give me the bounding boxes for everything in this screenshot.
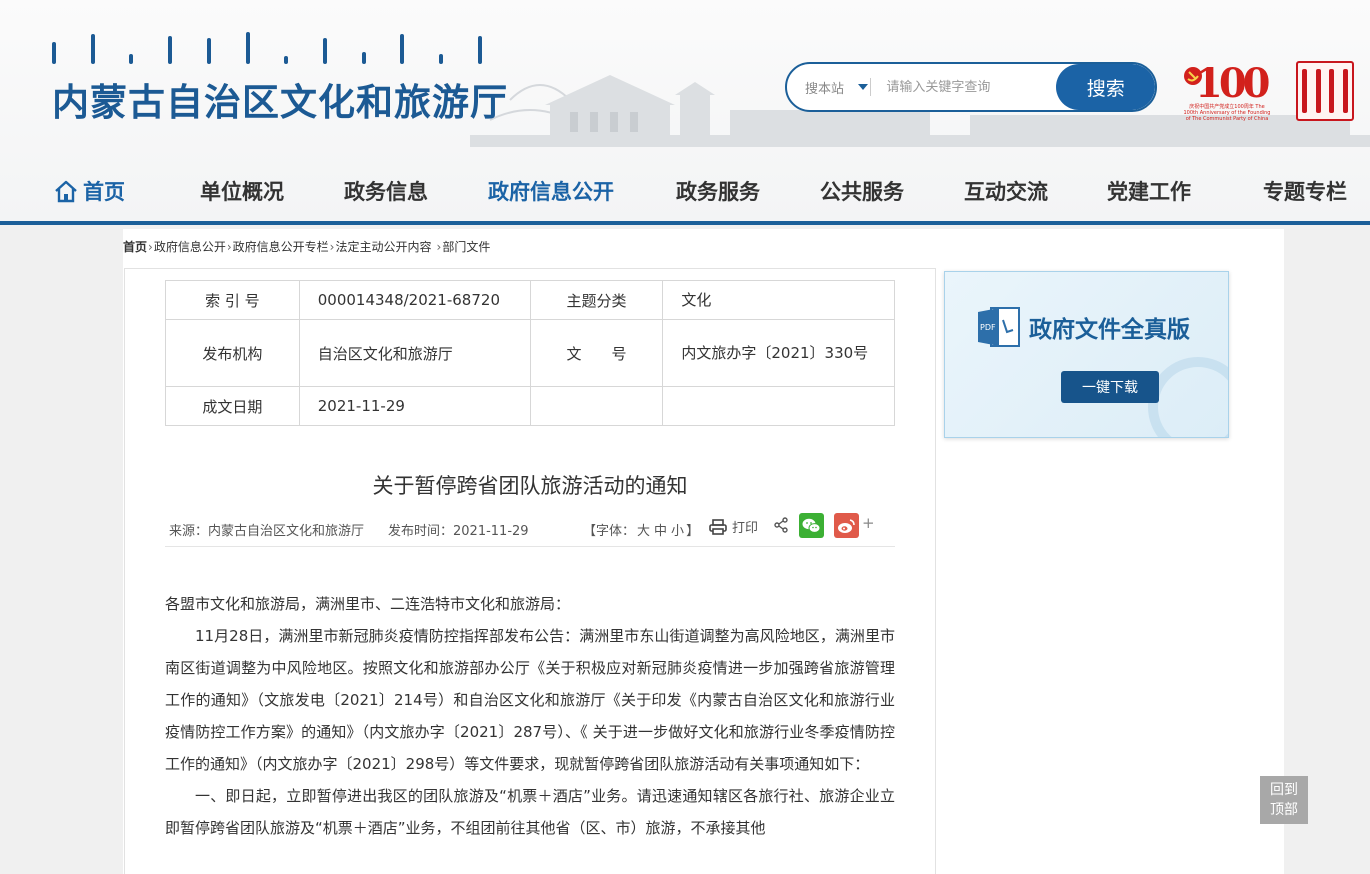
main-nav: 首页 单位概况 政务信息 政府信息公开 政务服务 公共服务 互动交流 党建工作 …: [0, 164, 1370, 214]
chevron-right-icon: ›: [148, 239, 153, 254]
weibo-icon: [838, 518, 855, 533]
search-button[interactable]: 搜索: [1056, 64, 1155, 110]
meta-org-label: 发布机构: [165, 319, 300, 387]
home-icon: [55, 180, 77, 203]
print-label: 打印: [732, 521, 759, 536]
meta-date-value: 2021-11-29: [298, 386, 531, 426]
printer-icon: [709, 518, 727, 535]
font-size-large[interactable]: 大: [637, 524, 650, 539]
font-size-medium[interactable]: 中: [654, 524, 667, 539]
weibo-share-button[interactable]: [834, 513, 859, 538]
nav-item-public-services[interactable]: 公共服务: [820, 176, 904, 206]
meta-date-label: 成文日期: [165, 386, 300, 426]
chevron-down-icon: [858, 84, 869, 90]
chevron-right-icon: ›: [226, 239, 232, 254]
download-button[interactable]: 一键下载: [1061, 371, 1159, 403]
table-row: 成文日期 2021-11-29: [165, 386, 895, 426]
meta-docno-value: 内文旅办字〔2021〕330号: [662, 319, 895, 387]
print-button[interactable]: 打印: [709, 517, 758, 536]
meta-empty-cell: [529, 386, 664, 426]
meta-topic-value: 文化: [662, 280, 895, 320]
nav-item-home[interactable]: 首页: [53, 176, 125, 206]
pdf-icon-label: PDF: [980, 323, 996, 332]
search-box: 搜本站 搜索: [785, 62, 1157, 112]
meta-topic-label: 主题分类: [529, 280, 664, 320]
pdf-card-title: 政府文件全真版: [1029, 316, 1190, 343]
back-to-top-label-2: 顶部: [1270, 802, 1298, 818]
meta-org-value: 自治区文化和旅游厅: [298, 319, 531, 387]
meta-index-label: 索 引 号: [165, 280, 300, 320]
pdf-file-icon: PDF: [978, 307, 1020, 347]
article-paragraph: 一、即日起，立即暂停进出我区的团队旅游及“机票＋酒店”业务。请迅速通知辖区各旅行…: [165, 787, 895, 837]
wechat-share-button[interactable]: [799, 513, 824, 538]
party-100th-anniversary-logo[interactable]: 100 庆祝中国共产党成立100周年 The 100th Anniversary…: [1183, 60, 1271, 122]
font-size-control: 【字体：大中小】: [583, 520, 699, 539]
article-paragraph: 11月28日，满洲里市新冠肺炎疫情防控指挥部发布公告：满洲里市东山街道调整为高风…: [165, 627, 895, 773]
nav-item-info-disclosure[interactable]: 政府信息公开: [488, 176, 614, 206]
site-header: 内蒙古自治区文化和旅游厅 搜本站 搜索 100 庆祝中国共产党成立100周年 T…: [0, 0, 1370, 225]
search-scope-label: 搜本站: [805, 81, 845, 97]
wechat-icon: [802, 518, 821, 533]
chevron-right-icon: ›: [329, 239, 335, 254]
meta-docno-label: 文 号: [529, 319, 664, 387]
meta-empty-cell: [662, 386, 895, 426]
article-publish-time: 发布时间：2021-11-29: [388, 524, 529, 539]
breadcrumb-department-docs[interactable]: 部门文件: [442, 238, 490, 255]
share-icon[interactable]: [773, 517, 789, 533]
breadcrumb-home[interactable]: 首页: [123, 238, 147, 255]
mongolian-seal-logo[interactable]: [1296, 61, 1354, 121]
nav-item-government-info[interactable]: 政务信息: [344, 176, 428, 206]
nav-item-government-services[interactable]: 政务服务: [676, 176, 760, 206]
font-size-suffix: 】: [686, 524, 700, 539]
article-body: 各盟市文化和旅游局，满洲里市、二连浩特市文化和旅游局： 11月28日，满洲里市新…: [165, 588, 895, 844]
nav-item-about[interactable]: 单位概况: [200, 176, 284, 206]
nav-item-party-building[interactable]: 党建工作: [1107, 176, 1191, 206]
breadcrumb: 首页 › 政府信息公开 › 政府信息公开专栏 › 法定主动公开内容 › 部门文件: [123, 238, 490, 255]
pdf-download-card: PDF 政府文件全真版 一键下载: [944, 271, 1229, 438]
article-title: 关于暂停跨省团队旅游活动的通知: [372, 474, 688, 498]
chevron-right-icon: ›: [436, 239, 442, 254]
mongolian-script-title: [52, 24, 482, 64]
nav-item-interaction[interactable]: 互动交流: [964, 176, 1048, 206]
search-input[interactable]: [870, 64, 1057, 110]
more-share-button[interactable]: +: [862, 514, 875, 532]
search-scope-select[interactable]: 搜本站: [787, 64, 870, 110]
table-row: 发布机构 自治区文化和旅游厅 文 号 内文旅办字〔2021〕330号: [165, 319, 895, 387]
meta-index-value: 000014348/2021-68720: [298, 280, 531, 320]
article-source: 来源：内蒙古自治区文化和旅游厅: [169, 524, 365, 539]
article-salutation: 各盟市文化和旅游局，满洲里市、二连浩特市文化和旅游局：: [165, 595, 571, 613]
document-meta-table: 索 引 号 000014348/2021-68720 主题分类 文化 发布机构 …: [165, 280, 895, 426]
breadcrumb-statutory-content[interactable]: 法定主动公开内容: [335, 238, 431, 255]
nav-item-home-label: 首页: [83, 180, 125, 204]
anniversary-caption: 庆祝中国共产党成立100周年 The 100th Anniversary of …: [1183, 104, 1271, 122]
anniversary-number: 100: [1195, 60, 1270, 107]
breadcrumb-disclosure-column[interactable]: 政府信息公开专栏: [233, 238, 329, 255]
back-to-top-button[interactable]: 回到 顶部: [1260, 776, 1308, 824]
site-title[interactable]: 内蒙古自治区文化和旅游厅: [52, 72, 508, 126]
nav-item-special-topics[interactable]: 专题专栏: [1263, 176, 1347, 206]
font-size-small[interactable]: 小: [671, 524, 684, 539]
breadcrumb-info-disclosure[interactable]: 政府信息公开: [154, 238, 226, 255]
back-to-top-label-1: 回到: [1270, 782, 1298, 798]
card-decoration: [1148, 357, 1228, 437]
table-row: 索 引 号 000014348/2021-68720 主题分类 文化: [165, 280, 895, 320]
font-size-prefix: 【字体：: [583, 524, 636, 539]
article-info-bar: 来源：内蒙古自治区文化和旅游厅 发布时间：2021-11-29 【字体：大中小】…: [165, 512, 895, 547]
